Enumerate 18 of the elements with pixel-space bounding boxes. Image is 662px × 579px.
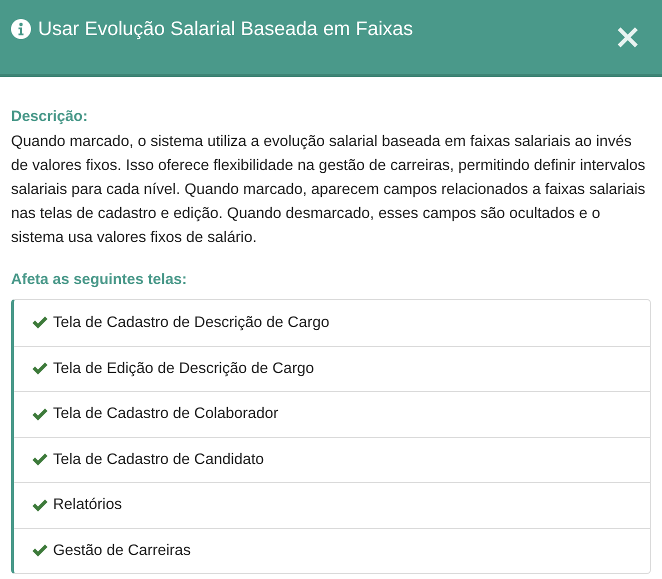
check-icon (32, 498, 48, 512)
section-heading: Afeta as seguintes telas: (11, 270, 188, 290)
screen-name: Tela de Edição de Descrição de Cargo (53, 360, 314, 378)
info-icon (11, 19, 31, 39)
screen-name: Tela de Cadastro de Descrição de Cargo (53, 314, 330, 332)
check-icon (32, 453, 48, 466)
screen-name: Tela de Cadastro de Candidato (53, 450, 264, 469)
screen-name: Gestão de Carreiras (53, 542, 191, 560)
description-text: Quando marcado, o sistema utiliza a evolução salarial baseada em faixas salariais ao invés de valores fixos. Isso oferece flexibilidade na gestão de carreiras, permitindo definir intervalos salariais para cada nível. Quando marcado, aparecem campos relacionados a faixas salariais nas telas de cadastro e edição. Quando desmarcado, esses campos são ocultados e o sistema usa valores fixos de salário. (11, 132, 646, 248)
screen-name: Tela de Cadastro de Colaborador (53, 405, 278, 424)
check-icon (32, 408, 48, 421)
check-icon (32, 362, 48, 376)
check-icon (32, 544, 48, 558)
section-heading: Descrição: (11, 107, 89, 127)
screen-name: Relatórios (53, 496, 122, 514)
dialog-title: Usar Evolução Salarial Baseada em Faixas (38, 18, 414, 40)
check-icon (32, 316, 48, 330)
close-button[interactable]: × (614, 24, 642, 50)
